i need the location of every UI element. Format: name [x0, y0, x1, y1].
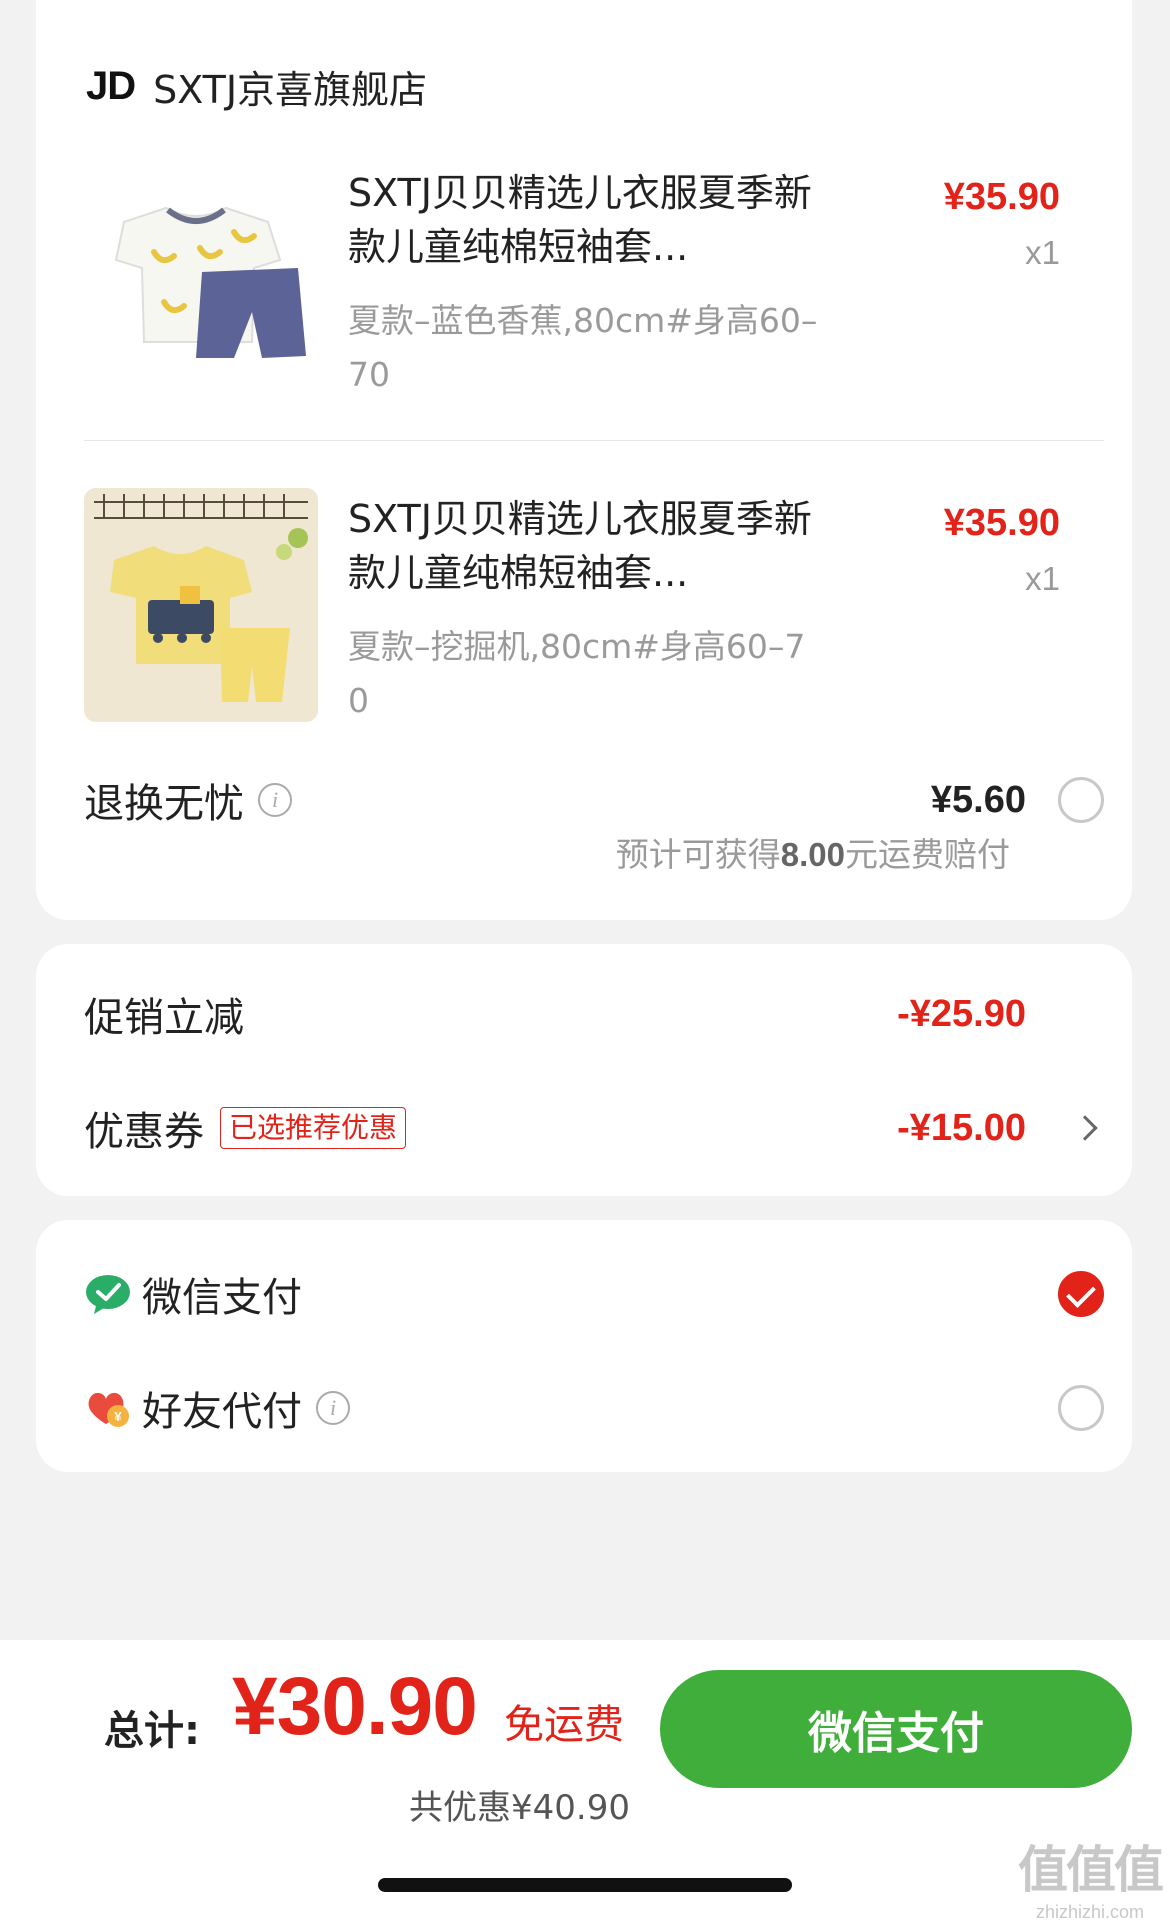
discount-value: -¥25.90: [897, 992, 1026, 1035]
jd-logo: JD: [86, 63, 136, 108]
info-icon[interactable]: i: [316, 1391, 350, 1425]
store-name[interactable]: SXTJ京喜旗舰店: [153, 59, 427, 114]
item-spec: 夏款–挖掘机,80cm#身高60–70: [348, 627, 806, 720]
total-label: 总计:: [104, 1708, 200, 1754]
promotions-card: 促销立减 -¥25.90 优惠券 已选推荐优惠 -¥15.00: [36, 944, 1132, 1196]
return-service-note: 预计可获得8.00元运费赔付: [616, 828, 1010, 876]
info-icon[interactable]: i: [258, 783, 292, 817]
store-header[interactable]: JD SXTJ京喜旗舰店: [86, 58, 427, 114]
return-service-row[interactable]: 退换无忧 i ¥5.60: [84, 770, 1104, 830]
heart-coin-icon: ¥: [84, 1384, 132, 1432]
return-service-radio[interactable]: [1058, 777, 1104, 823]
product-image-banana-set[interactable]: [84, 162, 318, 396]
watermark-url: zhizhizhi.com: [1035, 1902, 1145, 1922]
note-prefix: 预计可获得: [615, 835, 781, 874]
wechat-pay-option[interactable]: 微信支付: [84, 1264, 1104, 1324]
home-indicator: [378, 1878, 792, 1892]
wechat-pay-label: 微信支付: [142, 1275, 302, 1321]
item-title[interactable]: SXTJ贝贝精选儿衣服夏季新款儿童纯棉短袖套...: [348, 492, 828, 600]
checkout-bar: 总计: ¥30.90 免运费 共优惠¥40.90 微信支付 值值值 zhizhi…: [0, 1640, 1170, 1922]
wechat-icon: [84, 1270, 132, 1318]
note-amount: 8.00: [780, 836, 845, 873]
item-price: ¥35.90: [943, 176, 1060, 218]
site-watermark: 值值值 zhizhizhi.com: [1018, 1830, 1164, 1922]
svg-text:¥: ¥: [114, 1409, 122, 1424]
item-spec: 夏款–蓝色香蕉,80cm#身高60–70: [348, 301, 818, 394]
discount-label: 促销立减: [84, 995, 244, 1041]
coupon-label: 优惠券: [84, 1109, 204, 1155]
payment-methods-card: 微信支付 ¥ 好友代付 i: [36, 1220, 1132, 1472]
order-items-card: JD SXTJ京喜旗舰店 SXTJ贝贝精选儿衣服夏季新款儿童纯棉短袖套... 夏…: [36, 0, 1132, 920]
friend-pay-label: 好友代付: [142, 1389, 302, 1435]
wechat-pay-radio[interactable]: [1058, 1271, 1104, 1317]
item-title[interactable]: SXTJ贝贝精选儿衣服夏季新款儿童纯棉短袖套...: [348, 166, 828, 274]
total-savings: 共优惠¥40.90: [409, 1788, 630, 1828]
product-image-excavator-set[interactable]: [84, 488, 318, 722]
coupon-row[interactable]: 优惠券 已选推荐优惠 -¥15.00: [84, 1098, 1104, 1158]
friend-pay-radio[interactable]: [1058, 1385, 1104, 1431]
item-price: ¥35.90: [943, 502, 1060, 544]
friend-pay-option[interactable]: ¥ 好友代付 i: [84, 1378, 1104, 1438]
order-item[interactable]: SXTJ贝贝精选儿衣服夏季新款儿童纯棉短袖套... 夏款–挖掘机,80cm#身高…: [84, 488, 1084, 728]
order-item[interactable]: SXTJ贝贝精选儿衣服夏季新款儿童纯棉短袖套... 夏款–蓝色香蕉,80cm#身…: [84, 162, 1084, 402]
chevron-right-icon[interactable]: [1072, 1115, 1098, 1141]
item-divider: [84, 440, 1104, 441]
item-quantity: x1: [1025, 234, 1060, 271]
total-amount: ¥30.90: [232, 1661, 478, 1752]
watermark-logo: 值值值: [1018, 1841, 1164, 1899]
note-suffix: 元运费赔付: [845, 835, 1010, 874]
item-quantity: x1: [1025, 560, 1060, 597]
free-shipping-label: 免运费: [504, 1702, 624, 1748]
return-service-price: ¥5.60: [930, 778, 1026, 821]
coupon-value[interactable]: -¥15.00: [897, 1107, 1026, 1150]
return-service-label: 退换无忧: [84, 781, 244, 827]
wechat-pay-button[interactable]: 微信支付: [660, 1670, 1132, 1788]
coupon-tag: 已选推荐优惠: [220, 1107, 407, 1149]
discount-row: 促销立减 -¥25.90: [84, 984, 1104, 1044]
